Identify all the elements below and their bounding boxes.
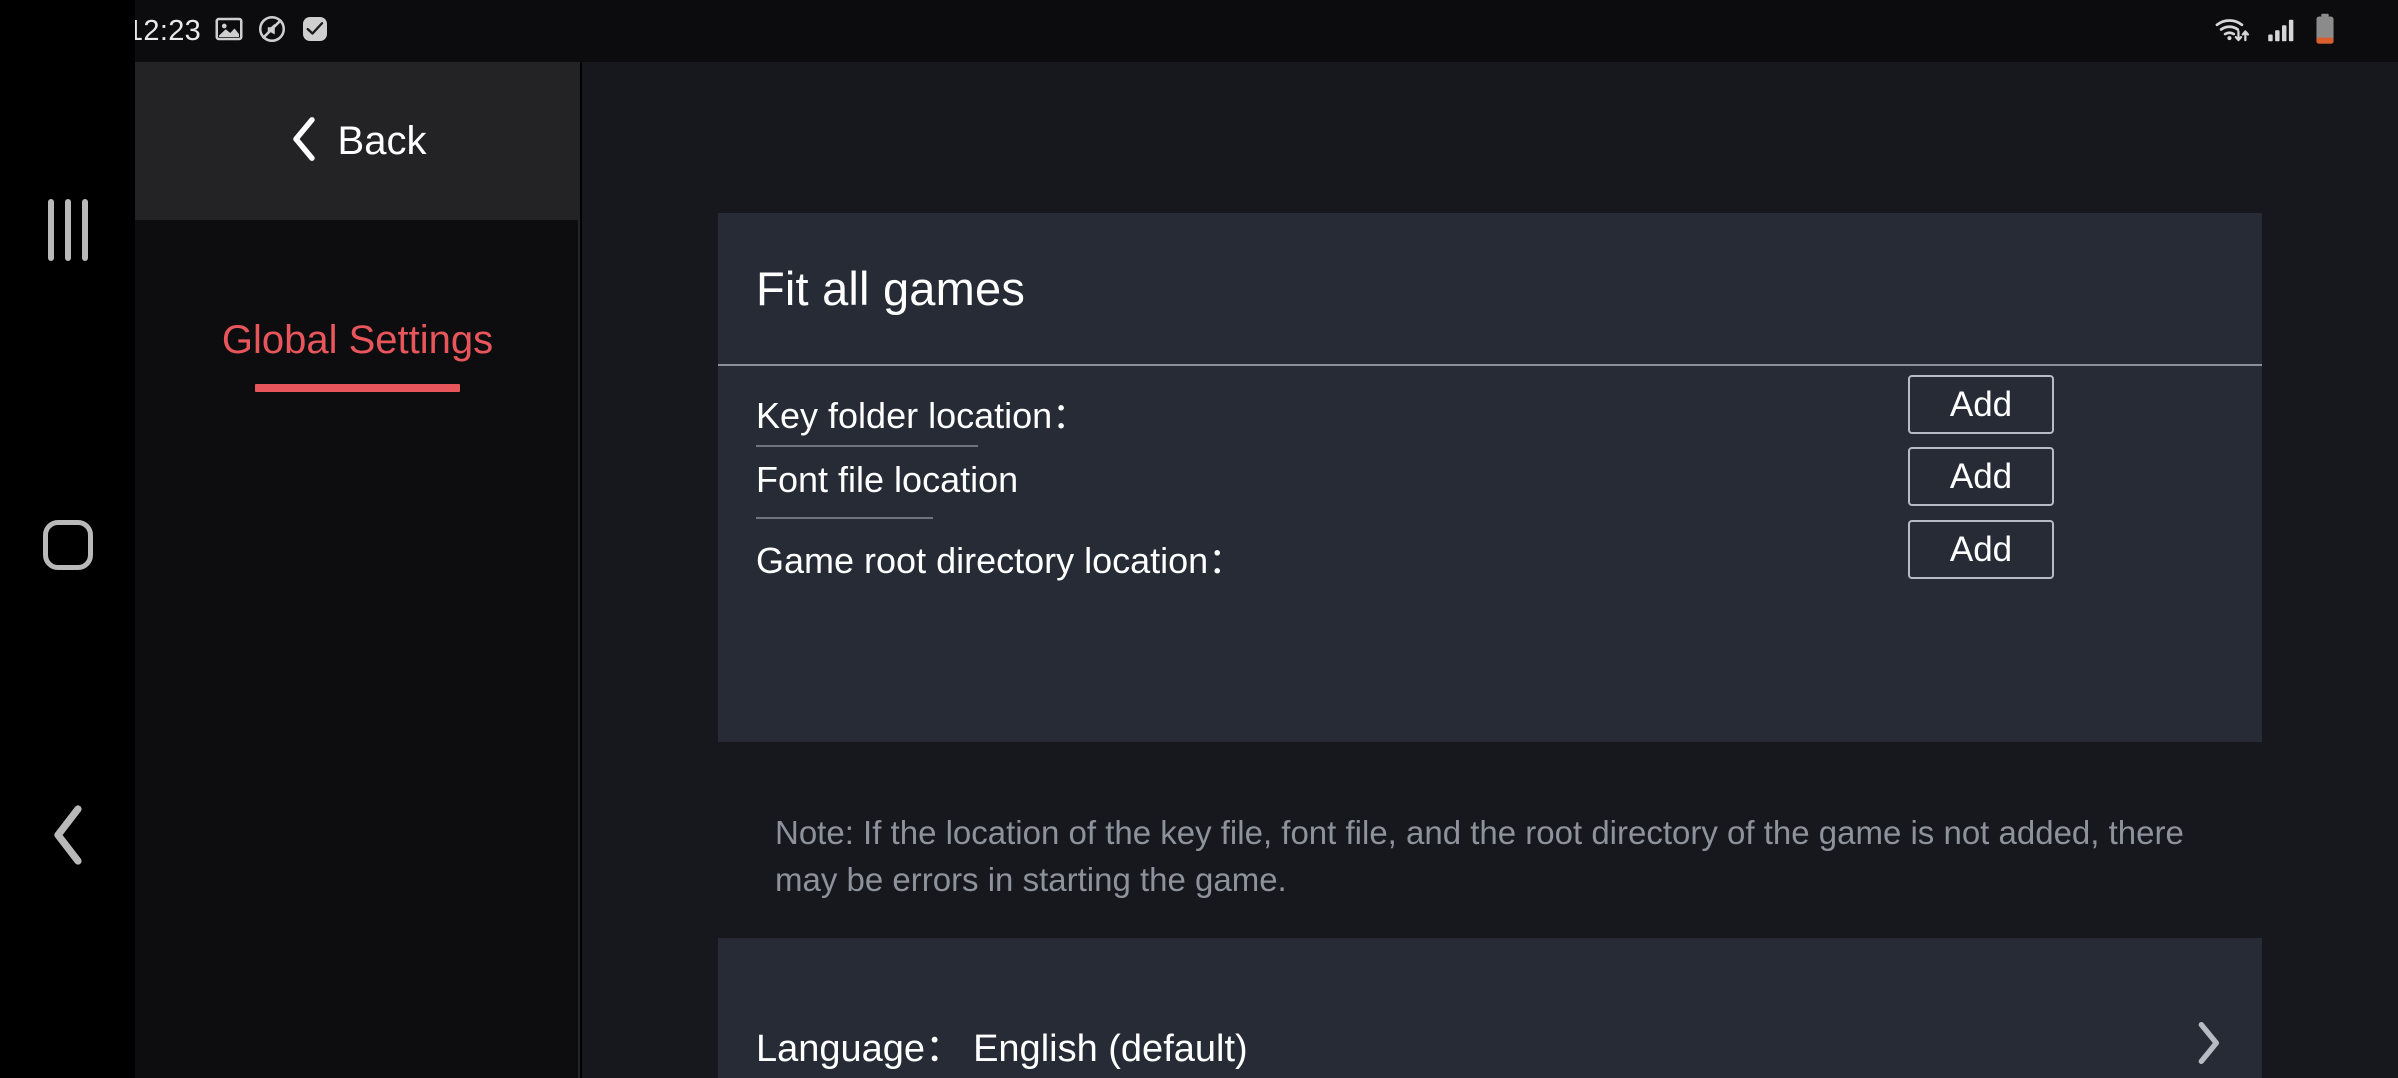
language-card: Language： English (default) (718, 938, 2262, 1078)
system-back-button[interactable] (0, 790, 135, 880)
device-screen: 12:23 Back Global Settings Fit all games… (0, 0, 2398, 1078)
image-icon (214, 14, 244, 49)
setting-label: Key folder location： (756, 395, 1089, 436)
language-row[interactable]: Language： English (default) (718, 938, 2262, 1078)
status-bar-right-group (2214, 13, 2398, 50)
android-navigation-rail (0, 0, 135, 1078)
wifi-transfer-icon (2214, 14, 2252, 49)
recents-button[interactable] (0, 185, 135, 275)
content-area: Fit all games Key folder location： Add F… (582, 62, 2398, 1078)
add-key-folder-button[interactable]: Add (1908, 375, 2054, 434)
status-bar-left-group: 12:23 (127, 14, 330, 49)
add-font-file-button[interactable]: Add (1908, 447, 2054, 506)
chevron-left-icon (289, 115, 319, 168)
chevron-right-icon[interactable] (2192, 1018, 2224, 1073)
sidebar-item-label: Global Settings (221, 318, 494, 362)
sidebar: Global Settings (135, 219, 580, 1078)
sidebar-item-active-indicator (255, 384, 460, 392)
setting-value-underline (756, 445, 978, 447)
back-button-label: Back (337, 118, 427, 163)
language-value: English (default) (973, 1028, 1248, 1070)
recents-icon (47, 199, 88, 261)
status-clock: 12:23 (127, 14, 202, 47)
language-text: Language： English (default) (756, 1017, 1248, 1072)
back-icon (44, 799, 92, 871)
home-icon (42, 520, 93, 570)
home-button[interactable] (0, 500, 135, 590)
setting-value-underline (756, 517, 933, 519)
setting-label: Game root directory location： (756, 540, 1245, 581)
add-game-root-button[interactable]: Add (1908, 520, 2054, 579)
battery-low-icon (2314, 13, 2336, 50)
page-title: Fit all games (756, 262, 1026, 315)
cellular-signal-icon (2267, 14, 2299, 49)
setting-label: Font file location (756, 459, 1019, 500)
language-label: Language： (756, 1028, 964, 1070)
back-button[interactable]: Back (265, 103, 451, 180)
setting-row-game-root: Game root directory location： Add (718, 520, 2262, 626)
note-text: Note: If the location of the key file, f… (775, 814, 2184, 898)
mute-ringer-icon (257, 14, 287, 49)
sidebar-item-global-settings[interactable]: Global Settings (135, 320, 580, 392)
check-badge-icon (300, 14, 330, 49)
header-bar[interactable]: Back (135, 62, 580, 220)
title-divider (718, 364, 2262, 366)
status-bar: 12:23 (127, 0, 2398, 62)
fit-all-games-card: Fit all games Key folder location： Add F… (718, 213, 2262, 742)
